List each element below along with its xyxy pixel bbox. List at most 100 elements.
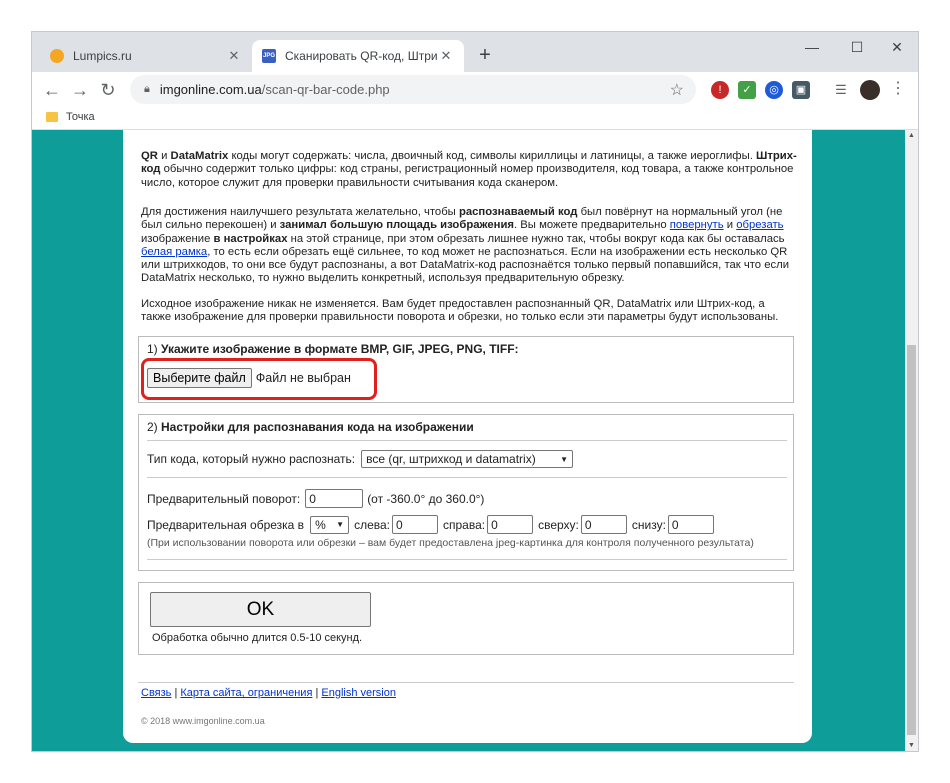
rotate-row: Предварительный поворот: 0 (от -360.0° д… <box>147 489 484 508</box>
scroll-down-arrow-icon[interactable]: ▼ <box>908 742 915 749</box>
crop-unit-select[interactable]: % ▼ <box>310 515 350 534</box>
step-title: Настройки для распознавания кода на изоб… <box>161 420 474 434</box>
crop-unit-value: % <box>315 517 326 532</box>
english-version-link[interactable]: English version <box>321 687 396 699</box>
bookmark-label: Точка <box>66 111 95 123</box>
tab-close-icon[interactable]: ✕ <box>226 48 242 64</box>
menu-icon[interactable]: ⋮ <box>890 78 906 98</box>
tab-scan-qr[interactable]: JPG Сканировать QR-код, Штрих-ко ✕ <box>252 40 464 72</box>
code-type-value: все (qr, штрихкод и datamatrix) <box>366 452 536 466</box>
page-viewport: QR и DataMatrix коды могут содержать: чи… <box>32 130 905 751</box>
crop-row: Предварительная обрезка в % ▼ слева: 0 сп… <box>147 515 714 534</box>
code-type-label: Тип кода, который нужно распознать: <box>147 452 356 466</box>
crop-link[interactable]: обрезать <box>736 219 783 231</box>
upload-section: 1) Укажите изображение в формате BMP, GI… <box>138 336 794 403</box>
crop-label: Предварительная обрезка в <box>147 517 305 532</box>
intro2-text: и <box>723 219 737 232</box>
maximize-button[interactable]: ☐ <box>840 36 874 58</box>
intro2-text: Для достижения наилучшего результата жел… <box>141 206 459 218</box>
tab-title: Сканировать QR-код, Штрих-ко <box>285 49 438 63</box>
content-panel: QR и DataMatrix коды могут содержать: чи… <box>123 130 812 743</box>
settings-section-title: 2) Настройки для распознавания кода на и… <box>147 420 474 434</box>
crop-right-label: справа: <box>443 517 486 532</box>
url-path: /scan-qr-bar-code.php <box>261 82 390 97</box>
footer-divider <box>138 682 794 683</box>
intro-paragraph-3: Исходное изображение никак не изменяется… <box>141 298 779 324</box>
divider <box>147 440 787 441</box>
highlight-frame <box>141 358 377 400</box>
step-number: 1) <box>147 342 162 356</box>
avatar[interactable] <box>860 80 880 100</box>
intro-paragraph-2: Для достижения наилучшего результата жел… <box>141 206 797 286</box>
intro2-text: изображение <box>141 232 214 245</box>
bookmark-item[interactable]: Точка <box>46 111 95 123</box>
extension-check-icon[interactable]: ✓ <box>738 81 756 99</box>
address-bar[interactable]: 🔒︎ imgonline.com.ua/scan-qr-bar-code.php… <box>130 75 696 104</box>
close-window-button[interactable]: ✕ <box>880 36 914 58</box>
media-queue-icon[interactable]: ☰ <box>832 81 850 99</box>
bookmarks-bar: Точка <box>32 108 918 130</box>
intro1-text: коды могут содержать: числа, двоичный ко… <box>228 150 753 162</box>
intro1-text-2: обычно содержит только цифры: код страны… <box>141 163 794 189</box>
intro2-text: . Вы можете предварительно <box>514 219 670 232</box>
ok-button[interactable]: OK <box>150 592 371 627</box>
tab-lumpics[interactable]: Lumpics.ru ✕ <box>40 40 252 72</box>
forward-button[interactable]: → <box>68 78 92 102</box>
white-frame-link[interactable]: белая рамка <box>141 246 207 258</box>
tab-close-icon[interactable]: ✕ <box>438 48 454 64</box>
vertical-scrollbar[interactable]: ▲ ▼ <box>905 130 918 751</box>
crop-top-label: сверху: <box>538 517 579 532</box>
tab-strip: Lumpics.ru ✕ JPG Сканировать QR-код, Штр… <box>32 32 918 72</box>
back-button[interactable]: ← <box>40 78 64 102</box>
code-type-select[interactable]: все (qr, штрихкод и datamatrix) ▼ <box>361 450 574 468</box>
intro2-bold: занимал большую площадь изображения <box>279 219 514 232</box>
browser-window: Lumpics.ru ✕ JPG Сканировать QR-код, Штр… <box>32 32 918 751</box>
upload-section-title: 1) Укажите изображение в формате BMP, GI… <box>147 342 519 356</box>
code-type-row: Тип кода, который нужно распознать: все … <box>147 450 574 468</box>
scrollbar-thumb[interactable] <box>907 345 916 735</box>
lock-icon: 🔒︎ <box>144 83 150 95</box>
intro-paragraph-1: QR и DataMatrix коды могут содержать: чи… <box>141 150 797 190</box>
rotate-input[interactable]: 0 <box>305 489 364 508</box>
processing-note: Обработка обычно длится 0.5-10 секунд. <box>152 632 363 644</box>
crop-top-input[interactable]: 0 <box>580 515 627 534</box>
dropdown-arrow-icon: ▼ <box>560 454 569 464</box>
tab-title: Lumpics.ru <box>73 49 132 63</box>
dropdown-arrow-icon: ▼ <box>336 520 345 529</box>
minimize-button[interactable]: — <box>795 36 829 58</box>
divider <box>147 477 787 478</box>
crop-left-input[interactable]: 0 <box>392 515 438 534</box>
intro2-bold: распознаваемый код <box>458 206 578 218</box>
intro2-text: на этой странице, при этом обрезать лишн… <box>287 232 785 245</box>
settings-section: 2) Настройки для распознавания кода на и… <box>138 414 794 571</box>
bookmark-star-icon[interactable]: ☆ <box>670 80 684 100</box>
rotate-link[interactable]: повернуть <box>670 219 724 231</box>
crop-note: (При использовании поворота или обрезки … <box>147 537 754 549</box>
browser-toolbar: ← → ↻ 🔒︎ imgonline.com.ua/scan-qr-bar-co… <box>32 72 918 108</box>
and-text: и <box>157 150 171 162</box>
reload-button[interactable]: ↻ <box>96 78 120 102</box>
extension-box-icon[interactable]: ▣ <box>792 81 810 99</box>
rotate-label: Предварительный поворот: <box>147 491 301 506</box>
intro2-text: , то есть если обрезать ещё сильнее, то … <box>141 245 790 285</box>
extension-adblock-icon[interactable]: ! <box>711 81 729 99</box>
url-host: imgonline.com.ua <box>159 82 262 97</box>
copyright: © 2018 www.imgonline.com.ua <box>141 716 265 726</box>
crop-left-label: слева: <box>354 517 390 532</box>
crop-right-input[interactable]: 0 <box>487 515 534 534</box>
intro2-bold: в настройках <box>213 232 288 245</box>
contact-link[interactable]: Связь <box>141 687 171 699</box>
step-number: 2) <box>147 420 162 434</box>
footer-links: Связь | Карта сайта, ограничения | Engli… <box>141 687 396 699</box>
divider <box>147 559 787 560</box>
crop-bottom-input[interactable]: 0 <box>667 515 714 534</box>
sitemap-link[interactable]: Карта сайта, ограничения <box>180 687 312 699</box>
extension-globe-icon[interactable]: ◎ <box>765 81 783 99</box>
submit-section: OK Обработка обычно длится 0.5-10 секунд… <box>138 582 794 655</box>
lumpics-favicon-icon <box>50 49 64 63</box>
new-tab-button[interactable]: + <box>473 44 497 68</box>
rotate-range: (от -360.0° до 360.0°) <box>367 491 485 506</box>
folder-icon <box>46 112 58 122</box>
scroll-up-arrow-icon[interactable]: ▲ <box>908 132 915 139</box>
datamatrix-term: DataMatrix <box>170 150 229 162</box>
